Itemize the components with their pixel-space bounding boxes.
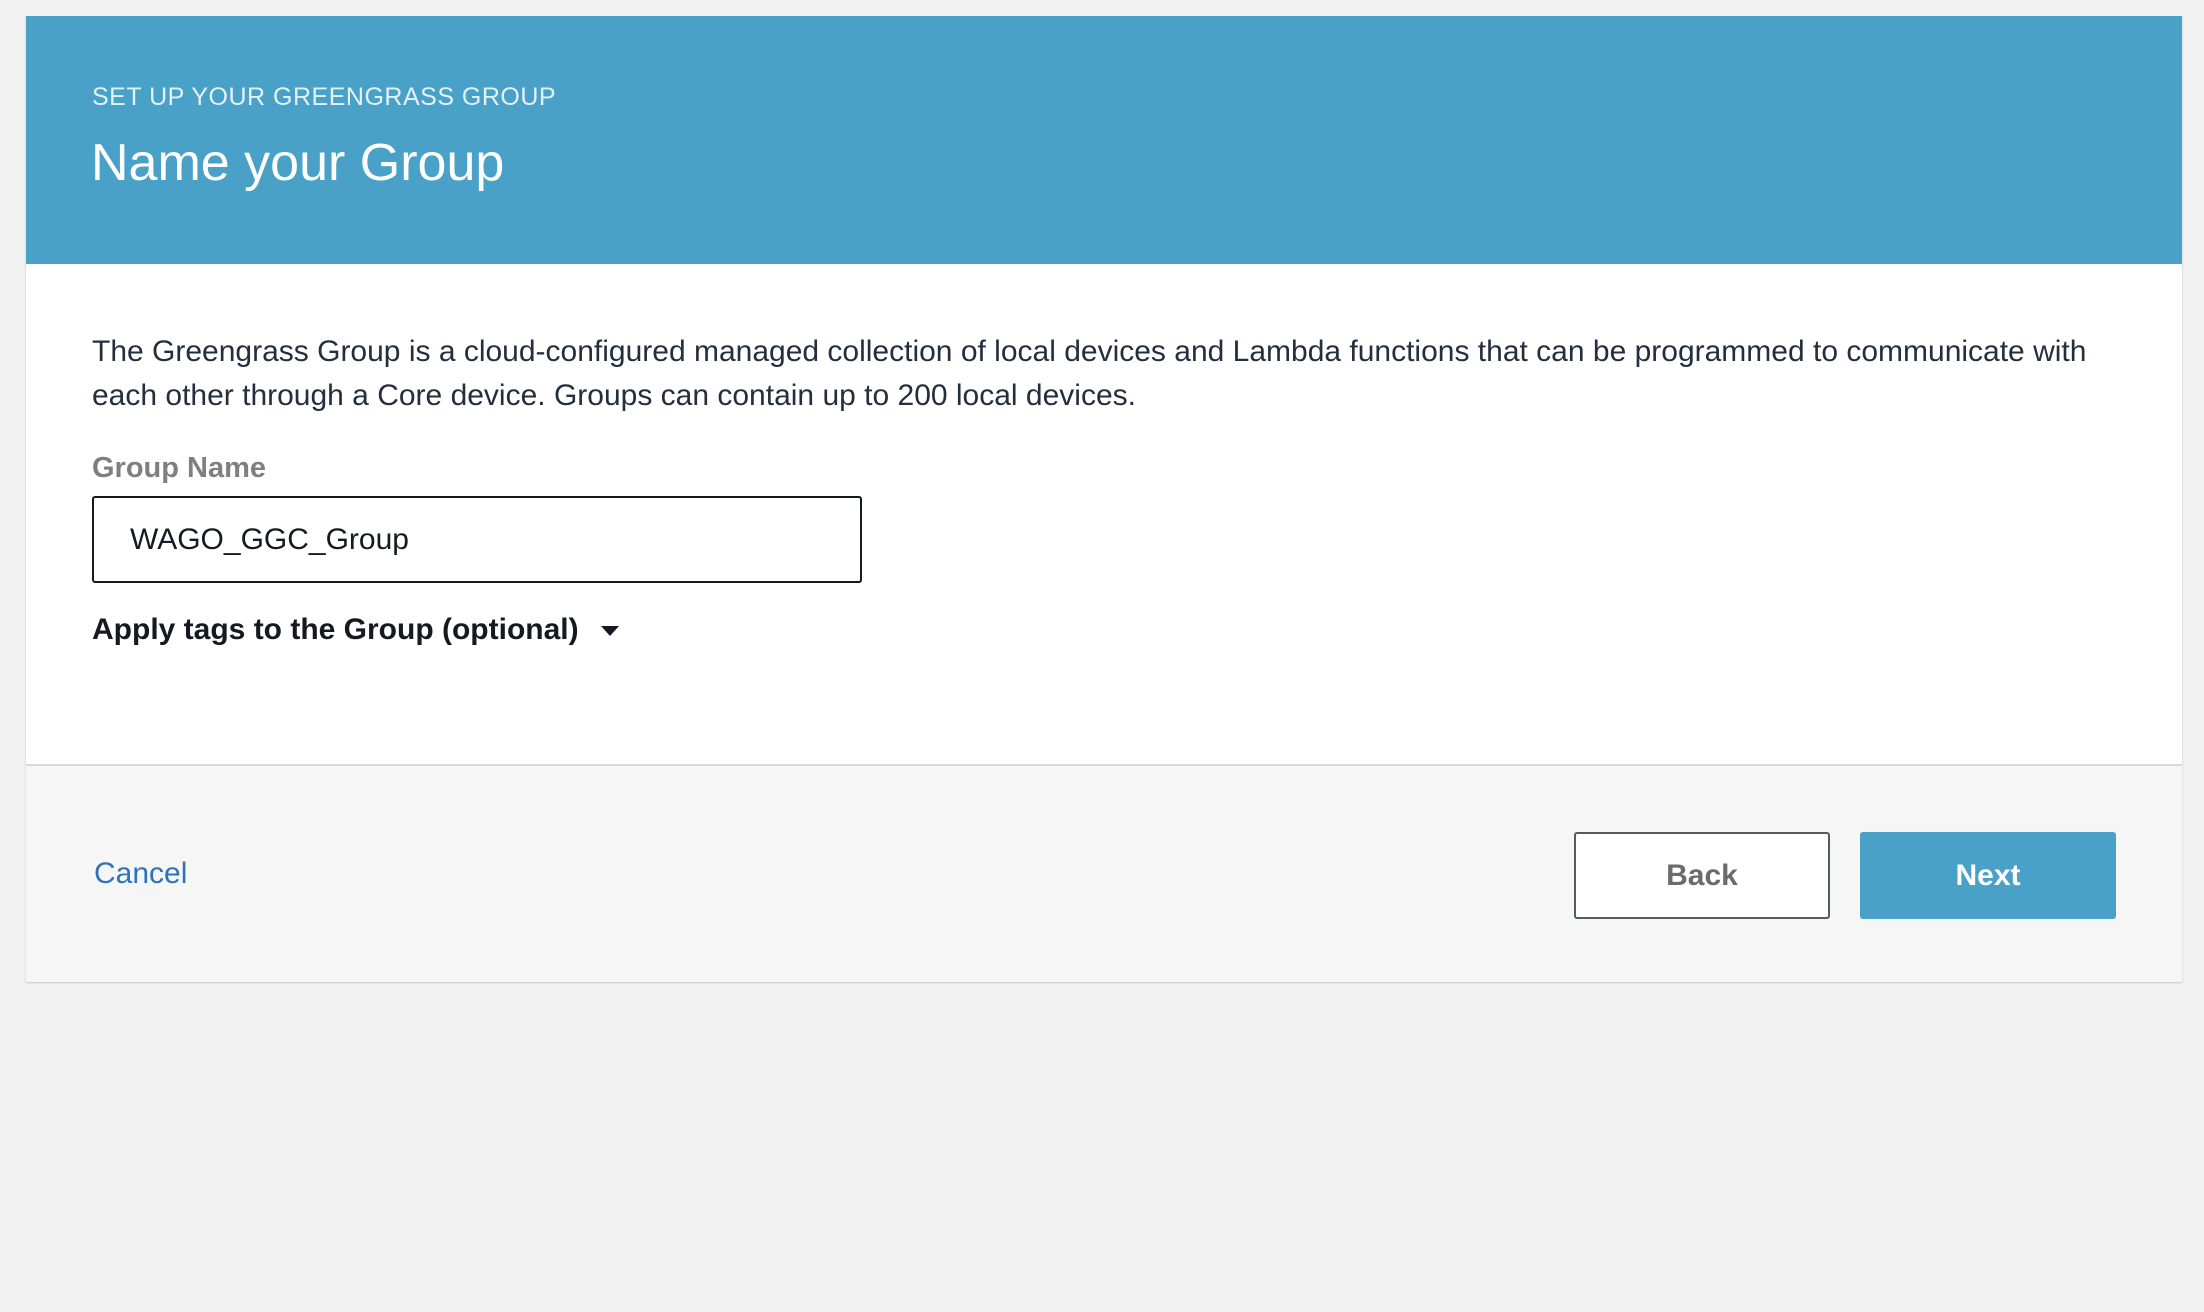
next-button[interactable]: Next [1860,832,2116,919]
wizard-header: SET UP YOUR GREENGRASS GROUP Name your G… [26,16,2182,264]
apply-tags-label: Apply tags to the Group (optional) [92,613,579,646]
group-name-label: Group Name [92,452,267,484]
group-description: The Greengrass Group is a cloud-configur… [92,335,2087,412]
wizard-card: SET UP YOUR GREENGRASS GROUP Name your G… [26,16,2182,982]
group-name-input[interactable] [92,496,862,583]
wizard-step-eyebrow: SET UP YOUR GREENGRASS GROUP [92,83,557,111]
apply-tags-toggle[interactable]: Apply tags to the Group (optional) [92,610,619,650]
cancel-link[interactable]: Cancel [94,854,187,894]
wizard-body: The Greengrass Group is a cloud-configur… [26,264,2182,766]
page-title: Name your Group [91,134,505,192]
wizard-footer: Cancel Back Next [26,766,2182,982]
caret-down-icon [600,626,619,636]
back-button[interactable]: Back [1574,832,1830,919]
